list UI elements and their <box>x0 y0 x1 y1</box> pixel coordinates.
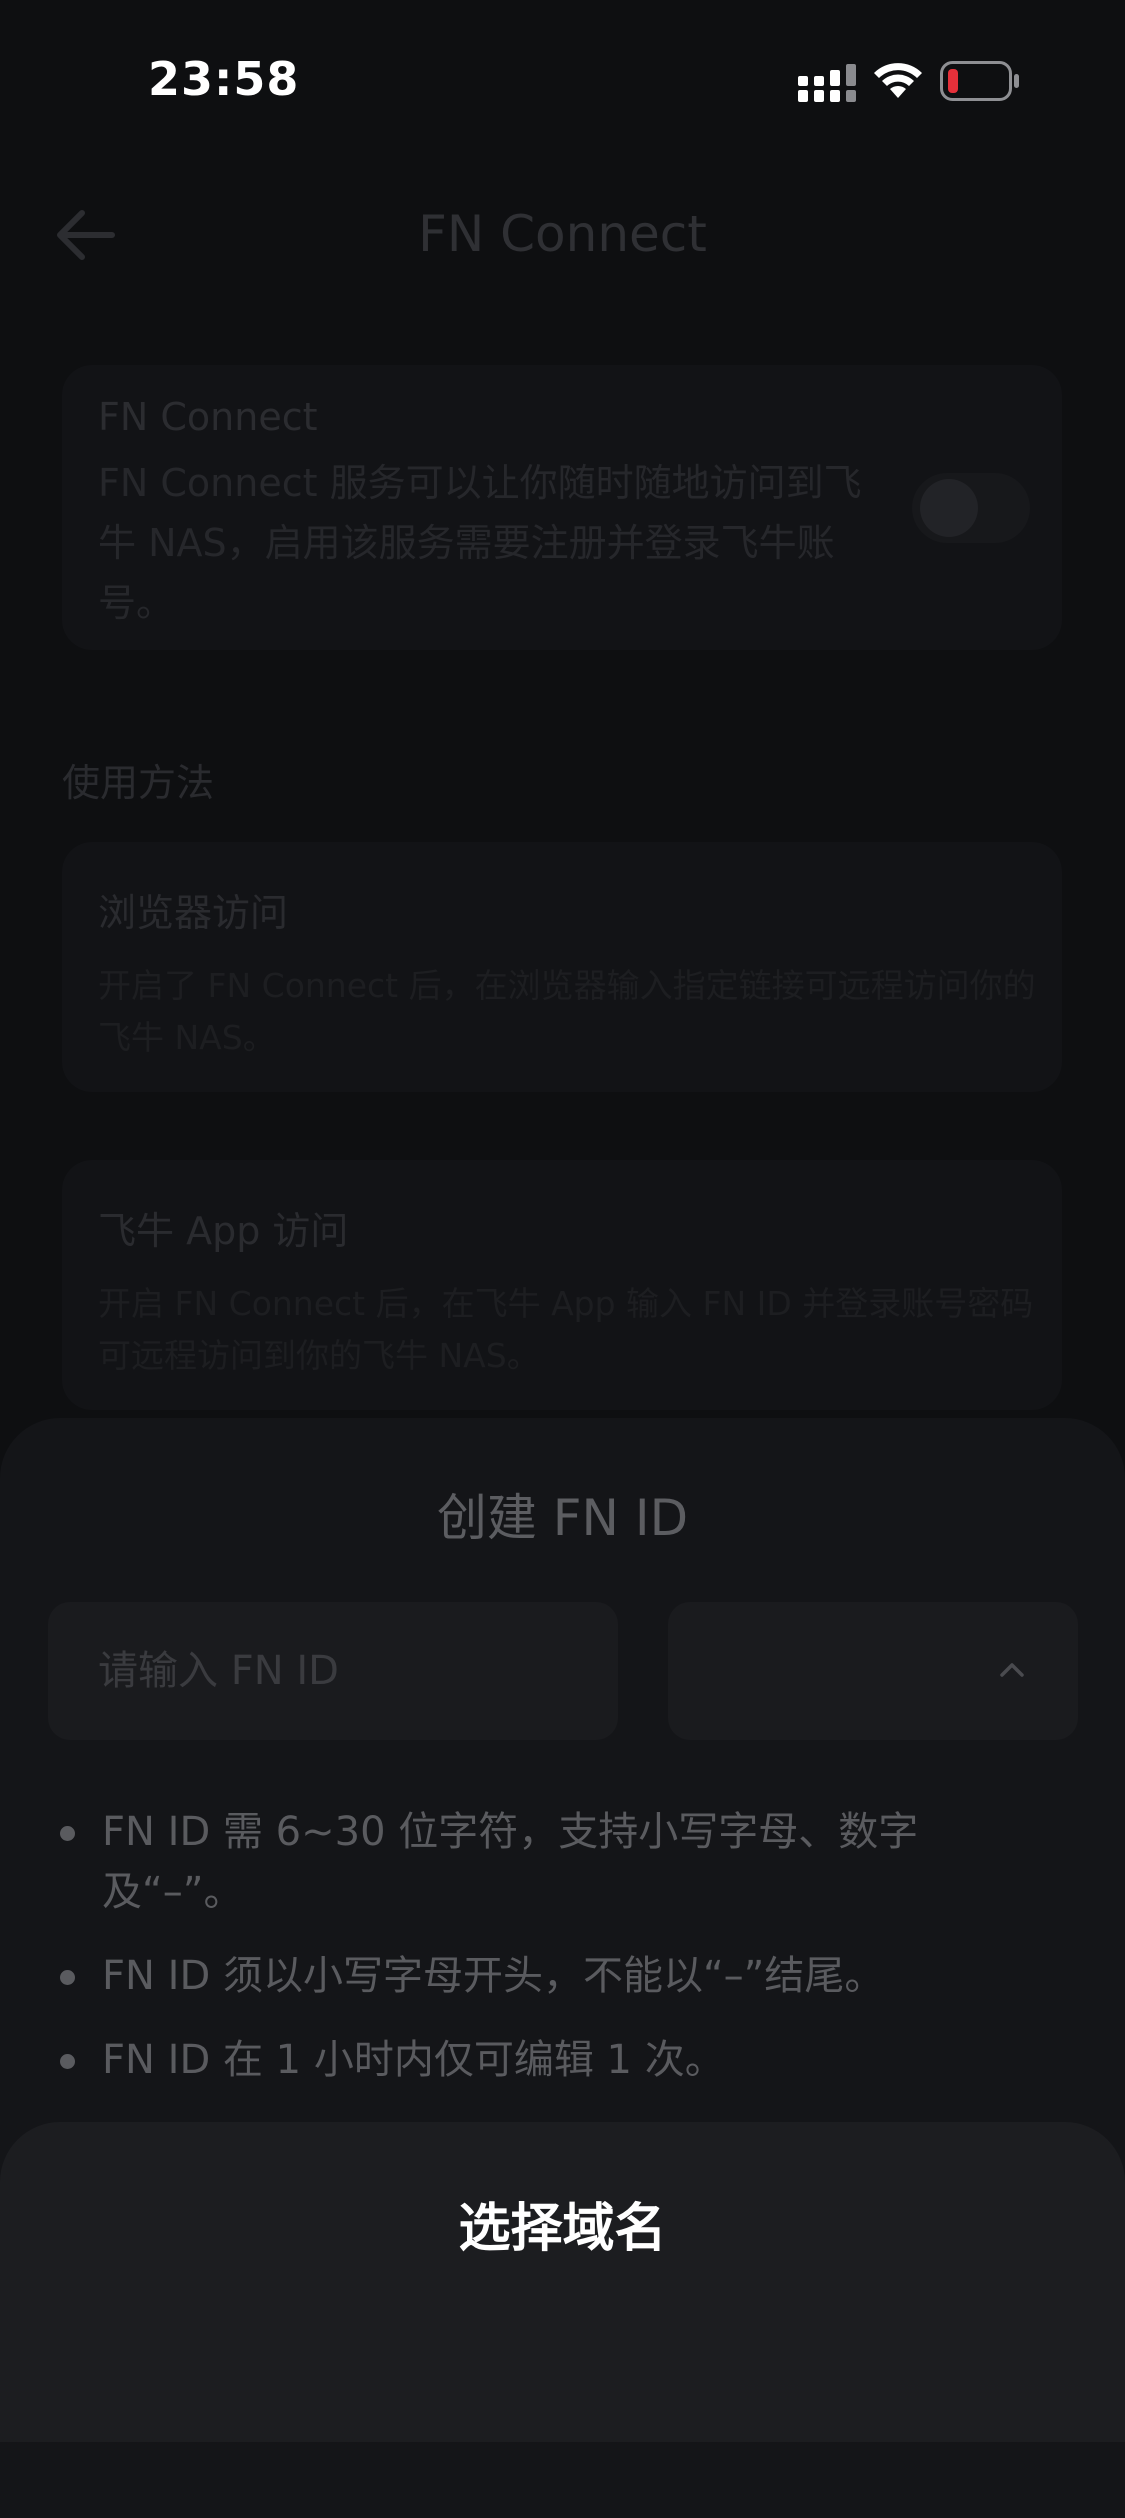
bullet-dot <box>60 2054 75 2069</box>
cellular-signal-icon <box>798 64 856 102</box>
usage-title: 飞牛 App 访问 <box>98 1209 349 1253</box>
rule-item: FN ID 在 1 小时内仅可编辑 1 次。 <box>56 2030 1056 2090</box>
rule-text: FN ID 在 1 小时内仅可编辑 1 次。 <box>102 2037 725 2083</box>
usage-title: 浏览器访问 <box>98 891 289 935</box>
usage-description: 开启了 FN Connect 后，在浏览器输入指定链接可远程访问你的飞牛 NAS… <box>98 966 1036 1057</box>
usage-heading: 使用方法 <box>62 761 215 805</box>
usage-card-app: 飞牛 App 访问 开启 FN Connect 后，在飞牛 App 输入 FN … <box>62 1160 1062 1410</box>
status-time: 23:58 <box>148 52 300 106</box>
service-description: FN Connect 服务可以让你随时随地访问到飞牛 NAS，启用该服务需要注册… <box>98 461 862 625</box>
usage-description: 开启 FN Connect 后，在飞牛 App 输入 FN ID 并登录账号密码… <box>98 1284 1034 1375</box>
rule-text: FN ID 须以小写字母开头，不能以“–”结尾。 <box>102 1953 885 1999</box>
service-title: FN Connect <box>98 395 318 439</box>
create-fn-id-title: 创建 FN ID <box>436 1489 689 1547</box>
select-domain-title: 选择域名 <box>458 2199 667 2259</box>
wifi-icon <box>874 63 922 98</box>
status-bar: 23:58 <box>0 0 1125 150</box>
fn-connect-toggle[interactable] <box>912 473 1030 543</box>
battery-low-icon <box>940 61 1019 101</box>
rule-item: FN ID 须以小写字母开头，不能以“–”结尾。 <box>56 1946 1056 2006</box>
fn-id-input[interactable] <box>48 1602 618 1740</box>
toggle-knob <box>920 479 978 537</box>
domain-select[interactable] <box>668 1602 1078 1740</box>
usage-card-browser: 浏览器访问 开启了 FN Connect 后，在浏览器输入指定链接可远程访问你的… <box>62 842 1062 1092</box>
chevron-up-icon <box>1000 1663 1024 1677</box>
fn-id-rules-list: FN ID 需 6~30 位字符，支持小写字母、数字及“–”。 FN ID 须以… <box>56 1802 1056 2114</box>
bullet-dot <box>60 1826 75 1841</box>
page-title: FN Connect <box>418 205 707 263</box>
select-domain-sheet: 选择域名 <box>0 2122 1125 2442</box>
bullet-dot <box>60 1970 75 1985</box>
rule-text: FN ID 需 6~30 位字符，支持小写字母、数字及“–”。 <box>102 1809 919 1915</box>
fn-connect-service-card: FN Connect FN Connect 服务可以让你随时随地访问到飞牛 NA… <box>62 365 1062 650</box>
rule-item: FN ID 需 6~30 位字符，支持小写字母、数字及“–”。 <box>56 1802 1056 1922</box>
